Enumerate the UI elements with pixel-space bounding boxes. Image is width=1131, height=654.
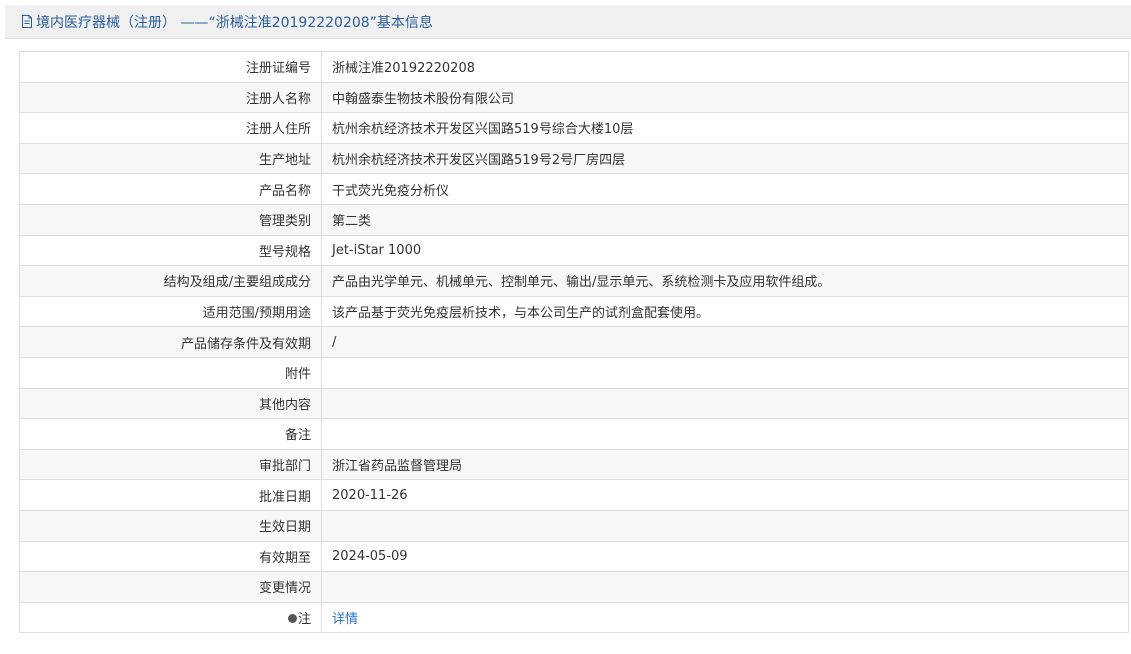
row-label: 结构及组成/主要组成成分 <box>19 265 322 297</box>
row-label: 审批部门 <box>19 448 322 481</box>
table-row: 型号规格 Jet-iStar 1000 <box>19 234 1129 267</box>
row-value <box>321 387 1129 420</box>
lightbulb-icon <box>287 613 297 623</box>
row-value: 该产品基于荧光免疫层析技术，与本公司生产的试剂盒配套使用。 <box>321 295 1129 328</box>
row-value: 浙江省药品监督管理局 <box>321 448 1129 481</box>
row-label: 注册证编号 <box>19 51 322 83</box>
row-label: 有效期至 <box>19 540 322 573</box>
row-label: 注册人住所 <box>19 112 322 144</box>
row-value <box>321 356 1129 389</box>
table-row: 附件 <box>19 356 1129 389</box>
table-row-note: 注 详情 <box>19 601 1129 634</box>
table-row: 备注 <box>19 418 1129 450</box>
row-value: 浙械注准20192220208 <box>321 51 1129 83</box>
table-row: 管理类别 第二类 <box>19 203 1129 236</box>
table-row: 生产地址 杭州余杭经济技术开发区兴国路519号2号厂房四层 <box>19 142 1129 175</box>
row-value: 杭州余杭经济技术开发区兴国路519号2号厂房四层 <box>321 142 1129 175</box>
row-label: 产品名称 <box>19 173 322 205</box>
row-value: Jet-iStar 1000 <box>321 234 1129 267</box>
table-row: 审批部门 浙江省药品监督管理局 <box>19 448 1129 481</box>
row-value: 第二类 <box>321 203 1129 236</box>
row-value <box>321 509 1129 542</box>
row-label: 生产地址 <box>19 142 322 175</box>
table-row: 生效日期 <box>19 509 1129 542</box>
table-row: 其他内容 <box>19 387 1129 420</box>
table-row: 注册人名称 中翰盛泰生物技术股份有限公司 <box>19 81 1129 114</box>
row-value <box>321 418 1129 450</box>
row-value: 产品由光学单元、机械单元、控制单元、输出/显示单元、系统检测卡及应用软件组成。 <box>321 265 1129 297</box>
row-value: 2020-11-26 <box>321 479 1129 511</box>
row-label: 附件 <box>19 356 322 389</box>
row-value: 2024-05-09 <box>321 540 1129 573</box>
document-icon <box>22 15 32 28</box>
table-row: 变更情况 <box>19 571 1129 603</box>
row-value: 杭州余杭经济技术开发区兴国路519号综合大楼10层 <box>321 112 1129 144</box>
row-value: 详情 <box>321 601 1129 634</box>
table-row: 产品名称 干式荧光免疫分析仪 <box>19 173 1129 205</box>
row-label: 备注 <box>19 418 322 450</box>
row-value: 干式荧光免疫分析仪 <box>321 173 1129 205</box>
row-label: 产品储存条件及有效期 <box>19 326 322 358</box>
table-row: 产品储存条件及有效期 / <box>19 326 1129 358</box>
table-row: 注册人住所 杭州余杭经济技术开发区兴国路519号综合大楼10层 <box>19 112 1129 144</box>
note-label-cell: 注 <box>19 601 322 634</box>
row-label: 生效日期 <box>19 509 322 542</box>
row-label: 批准日期 <box>19 479 322 511</box>
table-row: 注册证编号 浙械注准20192220208 <box>19 51 1129 83</box>
row-label: 适用范围/预期用途 <box>19 295 322 328</box>
row-label: 型号规格 <box>19 234 322 267</box>
row-value: 中翰盛泰生物技术股份有限公司 <box>321 81 1129 114</box>
table-row: 有效期至 2024-05-09 <box>19 540 1129 573</box>
row-label: 变更情况 <box>19 571 322 603</box>
table-row: 批准日期 2020-11-26 <box>19 479 1129 511</box>
row-label: 注 <box>297 611 311 627</box>
row-value <box>321 571 1129 603</box>
row-label: 注册人名称 <box>19 81 322 114</box>
page-title: 境内医疗器械（注册） ——“浙械注准20192220208”基本信息 <box>36 14 433 31</box>
row-label: 管理类别 <box>19 203 322 236</box>
row-label: 其他内容 <box>19 387 322 420</box>
info-table: 注册证编号 浙械注准20192220208 注册人名称 中翰盛泰生物技术股份有限… <box>19 51 1129 634</box>
details-link[interactable]: 详情 <box>332 612 358 627</box>
table-row: 适用范围/预期用途 该产品基于荧光免疫层析技术，与本公司生产的试剂盒配套使用。 <box>19 295 1129 328</box>
row-value: / <box>321 326 1129 358</box>
page-header: 境内医疗器械（注册） ——“浙械注准20192220208”基本信息 <box>5 5 1131 39</box>
info-table-container: 注册证编号 浙械注准20192220208 注册人名称 中翰盛泰生物技术股份有限… <box>19 51 1129 634</box>
table-row: 结构及组成/主要组成成分 产品由光学单元、机械单元、控制单元、输出/显示单元、系… <box>19 265 1129 297</box>
